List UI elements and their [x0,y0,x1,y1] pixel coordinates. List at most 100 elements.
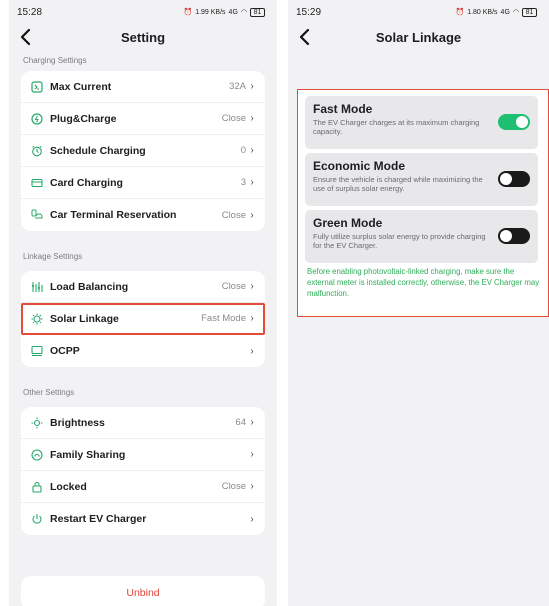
row-label: Solar Linkage [50,312,119,325]
row-label: Family Sharing [50,448,126,461]
mode-title: Fast Mode [313,102,373,116]
mode-selection-panel: Fast Mode The EV Charger charges at its … [297,89,549,317]
balance-icon [31,281,43,292]
row-label: Restart EV Charger [50,513,147,525]
chevron-right-icon: › [250,209,254,221]
battery-icon: 81 [522,7,537,17]
fast-mode-card[interactable]: Fast Mode The EV Charger charges at its … [305,96,538,149]
share-icon [31,448,43,461]
network-type: 4G [228,8,238,16]
status-time: 15:28 [17,6,43,18]
economic-mode-toggle[interactable] [498,171,530,187]
solar-linkage-screen: 15:29 ⏰ 1.80 KB/s 4G ◠ 81 Solar Linkage … [288,0,549,606]
schedule-charging-row[interactable]: Schedule Charging 0 › [21,135,265,167]
network-type: 4G [500,8,510,16]
chevron-right-icon: › [250,113,254,124]
car-terminal-icon [31,209,43,219]
max-current-row[interactable]: Max Current 32A › [21,71,265,103]
row-value: 64 [235,417,246,428]
load-balancing-row[interactable]: Load Balancing Close › [21,271,265,303]
warning-note: Before enabling photovoltaic-linked char… [307,267,540,298]
green-mode-card[interactable]: Green Mode Fully utilize surplus solar e… [305,210,538,263]
chevron-right-icon: › [250,449,254,460]
row-label: Car Terminal Reservation [50,209,177,221]
status-time: 15:29 [296,6,322,18]
chevron-right-icon: › [250,417,254,428]
charging-settings-card: Max Current 32A › Plug&Charge Close › Sc… [21,71,265,231]
network-speed: 1.99 KB/s [195,8,226,16]
unbind-button[interactable]: Unbind [21,576,265,606]
chevron-right-icon: › [250,313,254,324]
solar-linkage-row[interactable]: Solar Linkage Fast Mode › [21,303,265,335]
back-arrow-icon[interactable] [296,26,316,48]
wifi-icon: ◠ [240,9,247,16]
row-label: Locked [50,480,87,493]
settings-screen: 15:28 ⏰ 1.99 KB/s 4G ◠ 81 Setting Chargi… [9,0,277,606]
plug-icon [31,112,43,125]
nav-bar: Setting [9,24,277,50]
restart-charger-row[interactable]: Restart EV Charger › [21,503,265,535]
family-sharing-row[interactable]: Family Sharing › [21,439,265,471]
green-mode-toggle[interactable] [498,228,530,244]
plug-charge-row[interactable]: Plug&Charge Close › [21,103,265,135]
linkage-settings-heading: Linkage Settings [23,252,83,261]
wifi-icon: ◠ [512,9,519,16]
chevron-right-icon: › [250,481,254,492]
brightness-row[interactable]: Brightness 64 › [21,407,265,439]
other-settings-heading: Other Settings [23,388,75,397]
chevron-right-icon: › [250,145,254,156]
battery-icon: 81 [250,7,265,17]
monitor-icon [31,345,43,357]
status-icons: ⏰ 1.80 KB/s 4G ◠ 81 [455,7,537,17]
mode-title: Green Mode [313,216,383,230]
charging-settings-heading: Charging Settings [23,56,87,65]
card-charging-row[interactable]: Card Charging 3 › [21,167,265,199]
row-value: Close [221,209,246,221]
mode-title: Economic Mode [313,159,406,173]
status-bar: 15:28 ⏰ 1.99 KB/s 4G ◠ 81 [9,0,277,24]
row-label: Max Current [50,80,112,93]
linkage-settings-card: Load Balancing Close › Solar Linkage Fas… [21,271,265,367]
status-bar: 15:29 ⏰ 1.80 KB/s 4G ◠ 81 [288,0,549,24]
chevron-right-icon: › [250,81,254,92]
row-value: Close [221,481,246,492]
status-icons: ⏰ 1.99 KB/s 4G ◠ 81 [183,7,265,17]
network-speed: 1.80 KB/s [467,8,498,16]
brightness-icon [31,417,43,428]
row-value: Fast Mode [201,313,246,324]
row-value: 32A [229,81,246,92]
row-value: Close [221,281,246,292]
toggle-knob [500,230,512,242]
row-label: OCPP [50,345,80,357]
toggle-knob [516,116,528,128]
row-label: Schedule Charging [50,144,146,157]
power-icon [32,514,42,524]
toggle-knob [500,173,512,185]
row-label: Brightness [50,416,105,429]
sun-icon [31,313,43,324]
alarm-clock-icon [32,145,42,156]
row-value: 3 [240,177,246,188]
car-terminal-reservation-row[interactable]: Car Terminal Reservation Close › [21,199,265,231]
current-icon [31,80,43,93]
ocpp-row[interactable]: OCPP › [21,335,265,367]
page-title: Setting [120,29,166,45]
row-value: 0 [240,145,246,156]
back-arrow-icon[interactable] [17,26,37,48]
locked-row[interactable]: Locked Close › [21,471,265,503]
mode-description: Fully utilize surplus solar energy to pr… [313,232,486,250]
row-value: Close [221,113,246,124]
fast-mode-toggle[interactable] [498,114,530,130]
economic-mode-card[interactable]: Economic Mode Ensure the vehicle is char… [305,153,538,206]
other-settings-card: Brightness 64 › Family Sharing › Locked … [21,407,265,535]
lock-icon [32,481,42,493]
mode-description: The EV Charger charges at its maximum ch… [313,118,480,136]
chevron-right-icon: › [250,281,254,292]
row-label: Card Charging [50,176,123,189]
alarm-status-icon: ⏰ [183,9,193,16]
chevron-right-icon: › [250,345,254,357]
mode-description: Ensure the vehicle is charged while maxi… [313,175,483,193]
chevron-right-icon: › [250,513,254,525]
nav-bar: Solar Linkage [288,24,549,50]
alarm-status-icon: ⏰ [455,9,465,16]
